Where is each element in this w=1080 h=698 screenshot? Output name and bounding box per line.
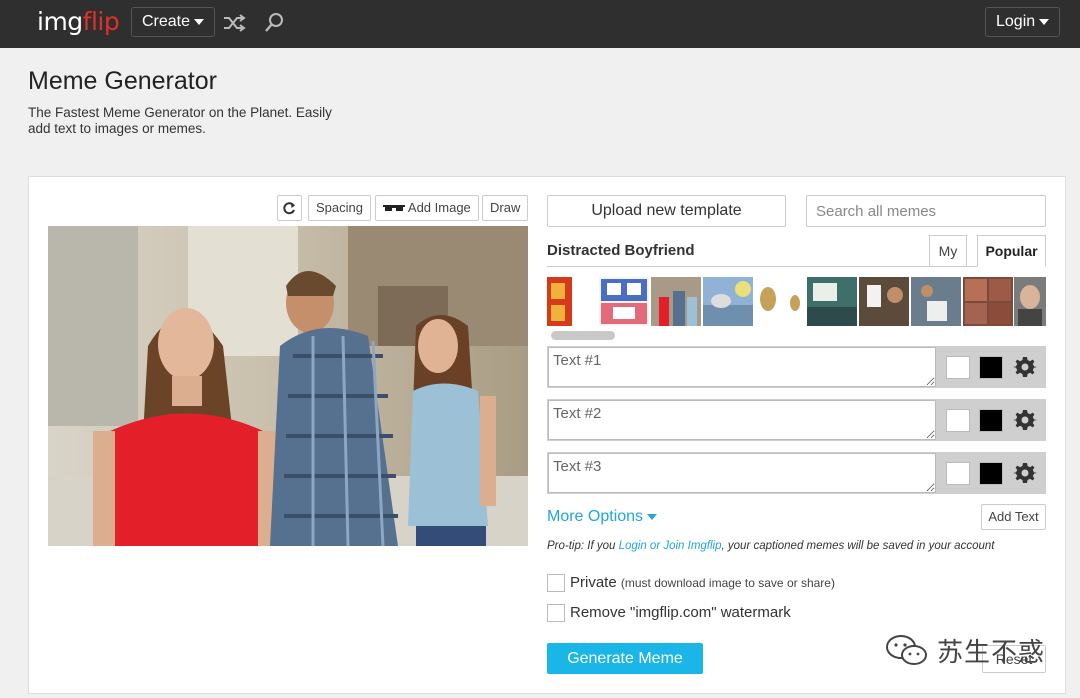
spacing-button[interactable]: Spacing [308,195,371,221]
gear-icon[interactable] [1013,461,1037,485]
text-input-2[interactable] [548,400,936,440]
thumbnail-image [760,287,800,311]
thumbnail-image [965,279,1011,324]
login-label: Login [996,13,1036,30]
more-options-label: More Options [547,508,644,525]
login-menu-button[interactable]: Login [985,7,1061,37]
page-subtitle: The Fastest Meme Generator on the Planet… [28,105,332,136]
private-note: (must download image to save or share) [620,576,835,590]
private-label: Private [570,574,617,591]
thumbnail-image [807,283,857,326]
gear-icon[interactable] [1013,355,1037,379]
caret-down-icon [647,513,658,520]
create-menu-button[interactable]: Create [131,7,216,37]
template-thumbnail[interactable] [703,277,753,326]
page-title: Meme Generator [28,67,217,95]
outline-color-swatch[interactable] [979,409,1003,432]
fill-color-swatch[interactable] [946,462,970,485]
thumbnail-scrollbar[interactable] [551,331,615,340]
private-checkbox[interactable] [547,574,565,593]
caret-down-icon [194,18,205,25]
thumbnail-image [551,283,565,321]
fill-color-swatch[interactable] [946,409,970,432]
tabs-divider [547,266,1046,267]
outline-color-swatch[interactable] [979,462,1003,485]
template-thumbnail[interactable] [755,277,805,326]
watermark-text: 苏生不惑 [937,637,1046,668]
remove-watermark-option: Remove "imgflip.com" watermark [547,604,791,623]
upload-template-button[interactable]: Upload new template [547,195,786,227]
fill-color-swatch[interactable] [946,356,970,379]
protip-text: Pro-tip: If you Login or Join Imgflip, y… [547,540,994,552]
tab-popular[interactable]: Popular [977,235,1046,267]
caret-down-icon [1039,18,1050,25]
private-option: Private (must download image to save or … [547,574,835,593]
add-text-button[interactable]: Add Text [981,504,1046,530]
template-thumbnail[interactable] [859,277,909,326]
text-input-3[interactable] [548,453,936,493]
imgflip-logo[interactable]: imgflip [37,7,120,36]
text-box-row-1 [547,346,1046,388]
shuffle-icon[interactable] [222,12,246,34]
create-label: Create [142,13,191,30]
template-thumbnail[interactable] [1014,277,1046,326]
gear-icon[interactable] [1013,408,1037,432]
text-box-row-2 [547,399,1046,441]
outline-color-swatch[interactable] [979,356,1003,379]
tab-my[interactable]: My [929,235,967,267]
more-options-toggle[interactable]: More Options [547,508,658,526]
wechat-watermark: 苏生不惑 [885,630,1045,670]
draw-button[interactable]: Draw [482,195,529,221]
add-image-label: Add Image [407,200,471,215]
selected-template-name: Distracted Boyfriend [547,242,695,259]
protip-prefix: Pro-tip: If you [547,540,619,552]
text-input-1[interactable] [548,347,936,387]
generate-meme-button[interactable]: Generate Meme [547,643,703,674]
text-box-row-3 [547,452,1046,494]
thumbnail-image [659,291,697,326]
thumbnail-image [867,285,903,307]
distracted-boyfriend-photo [48,226,528,546]
rotate-button[interactable] [277,195,302,221]
rotate-icon [283,202,295,215]
wechat-logo-icon [886,635,927,665]
thumbnail-image [601,279,647,324]
template-thumbnail[interactable] [963,277,1013,326]
thumbnail-image [1018,285,1042,326]
thumbnail-image [703,281,753,326]
login-join-link[interactable]: Login or Join Imgflip [619,540,722,552]
template-thumbnail[interactable] [651,277,701,326]
top-nav-bar: imgflip Create Login [0,0,1080,48]
template-thumbnail[interactable] [911,277,961,326]
meme-canvas-image[interactable] [48,226,528,546]
remove-watermark-label: Remove "imgflip.com" watermark [570,604,791,621]
template-thumbnail[interactable] [807,277,857,326]
sunglasses-icon [383,204,405,211]
logo-text-img: img [37,7,83,36]
thumbnail-image [921,285,947,321]
template-thumbnail[interactable] [547,277,572,326]
search-icon[interactable] [263,12,287,34]
logo-text-flip: flip [82,7,120,36]
template-thumbnail[interactable] [599,277,649,326]
protip-suffix: , your captioned memes will be saved in … [721,540,995,552]
remove-watermark-checkbox[interactable] [547,604,565,623]
add-image-button[interactable]: Add Image [375,195,479,221]
search-memes-input[interactable] [806,195,1046,227]
